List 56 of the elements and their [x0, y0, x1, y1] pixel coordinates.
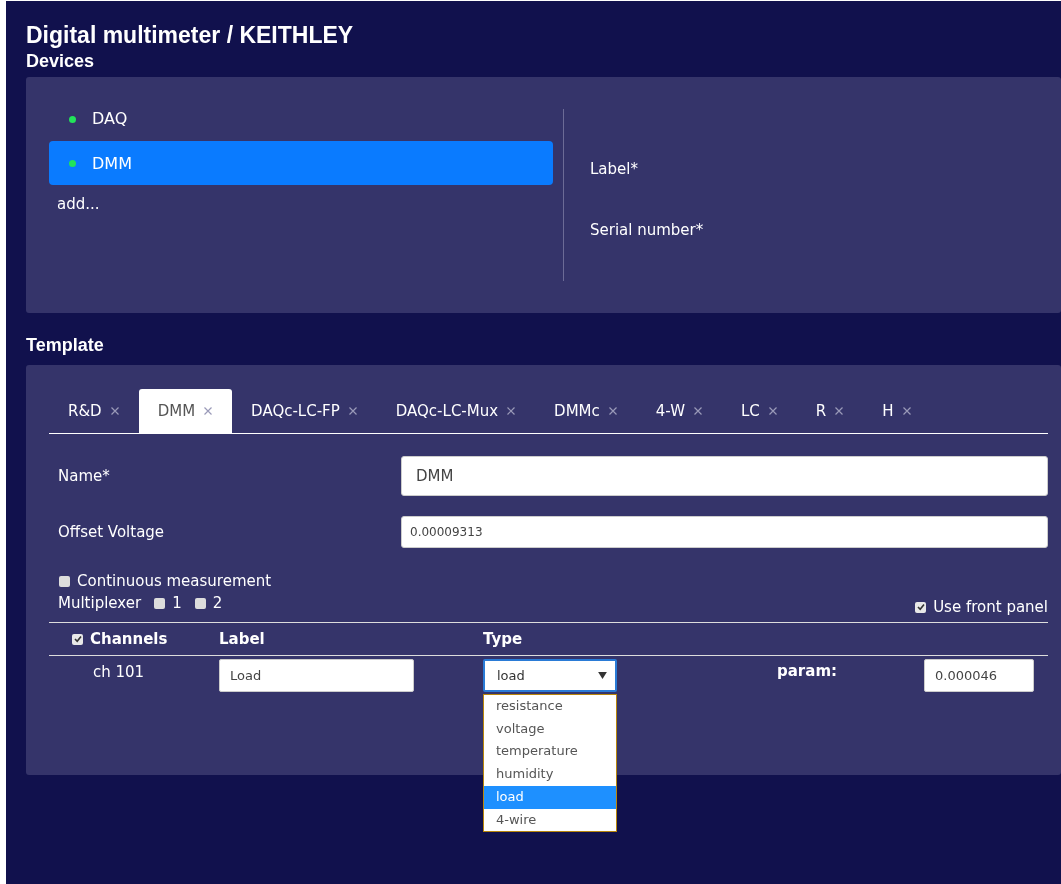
channel-name: ch 101	[92, 662, 146, 681]
tab[interactable]: LC	[722, 389, 797, 433]
close-icon[interactable]	[347, 406, 358, 416]
dropdown-option[interactable]: temperature	[484, 740, 616, 764]
checkbox-label: Continuous measurement	[77, 572, 272, 590]
field-label: Name*	[58, 467, 111, 485]
tab[interactable]: DAQc-LC-Mux	[376, 389, 536, 433]
input-field[interactable]: DMM	[401, 456, 1048, 496]
type-select[interactable]: load	[483, 659, 617, 692]
column-header: Channels	[90, 630, 168, 648]
field-label: Offset Voltage	[58, 523, 166, 541]
checkbox-label: 1	[172, 594, 182, 612]
close-icon[interactable]	[767, 406, 778, 416]
input-field[interactable]: 0.000046	[924, 659, 1034, 692]
field-label: Multiplexer	[58, 594, 142, 612]
checkbox[interactable]	[72, 633, 83, 645]
tab[interactable]: R	[796, 389, 864, 433]
close-icon[interactable]	[693, 406, 703, 416]
dropdown-option[interactable]: voltage	[484, 717, 616, 741]
field-label: Serial number*	[590, 220, 704, 241]
close-icon[interactable]	[203, 406, 214, 416]
input-field[interactable]: 0.00009313	[401, 516, 1048, 548]
close-icon[interactable]	[109, 406, 120, 416]
checkbox[interactable]	[194, 597, 206, 609]
device-item[interactable]: DMM	[49, 141, 553, 185]
column-header: Label	[219, 630, 266, 648]
page-title: Digital multimeter / KEITHLEY	[26, 21, 355, 49]
dropdown-option[interactable]: humidity	[484, 763, 616, 786]
tab[interactable]: H	[863, 389, 931, 433]
field-label: Label*	[590, 159, 639, 180]
column-header: Type	[483, 630, 524, 648]
tab[interactable]: 4-W	[636, 389, 722, 433]
caret-icon	[598, 672, 607, 679]
close-icon[interactable]	[901, 406, 912, 416]
tab[interactable]: R&D	[49, 389, 139, 433]
tab[interactable]: DMM	[138, 389, 233, 433]
param-label: param:	[777, 661, 838, 680]
checkbox[interactable]	[59, 575, 70, 587]
add-link[interactable]: add...	[49, 185, 553, 213]
close-icon[interactable]	[834, 406, 845, 416]
checkbox[interactable]	[154, 597, 166, 609]
close-icon[interactable]	[607, 406, 618, 416]
checkbox[interactable]	[915, 601, 927, 613]
close-icon[interactable]	[506, 406, 517, 416]
tab[interactable]: DAQc-LC-FP	[232, 389, 377, 433]
section-heading: Template	[26, 334, 105, 357]
checkbox-label: Use front panel	[933, 598, 1048, 616]
input-field[interactable]: Load	[219, 659, 414, 692]
checkbox-label: 2	[212, 594, 223, 612]
dropdown-option[interactable]: resistance	[484, 695, 616, 718]
dropdown-option[interactable]: 4-wire	[484, 808, 616, 832]
device-item[interactable]: DAQ	[49, 109, 553, 141]
device-label: DMM	[92, 153, 132, 173]
section-heading: Devices	[26, 50, 96, 73]
tab[interactable]: DMMc	[535, 389, 637, 433]
device-label: DAQ	[92, 109, 128, 128]
